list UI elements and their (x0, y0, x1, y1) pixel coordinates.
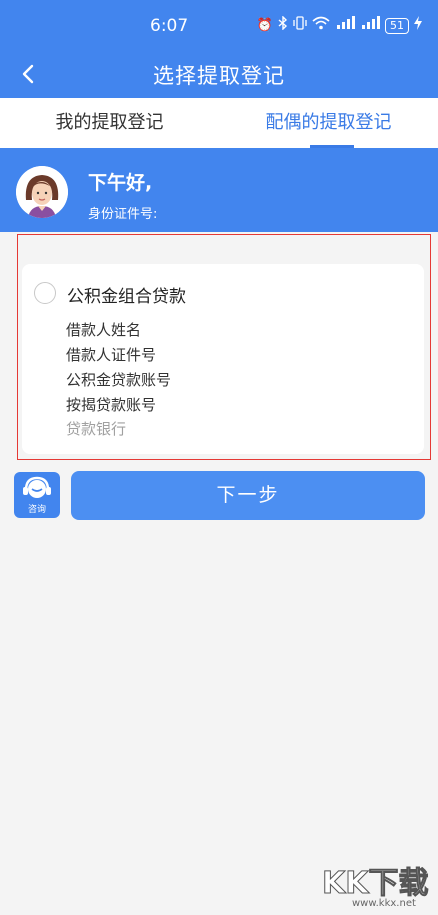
tab-my-registration[interactable]: 我的提取登记 (0, 98, 219, 148)
status-time: 6:07 (150, 16, 189, 36)
headset-icon (23, 476, 51, 498)
loan-type-title: 公积金组合贷款 (67, 287, 186, 307)
avatar (16, 166, 68, 218)
female-avatar-icon (16, 166, 68, 218)
loan-bank-label: 贷款银行 (66, 420, 127, 438)
status-icons: ⏰ 51 (256, 15, 422, 36)
battery-indicator: 51 (385, 18, 409, 34)
borrower-name-label: 借款人姓名 (66, 321, 142, 339)
app-header: 选择提取登记 (0, 50, 438, 98)
watermark-url: www.kkx.net (352, 898, 416, 909)
fund-loan-account-label: 公积金贷款账号 (66, 371, 172, 389)
consult-label: 咨询 (27, 505, 46, 515)
tab-spouse-registration[interactable]: 配偶的提取登记 (219, 98, 438, 148)
loan-radio-button[interactable] (34, 282, 56, 304)
signal-1-icon (335, 16, 355, 36)
user-info-panel: 下午好, 身份证件号: (0, 148, 438, 232)
loan-card[interactable]: 公积金组合贷款 借款人姓名 借款人证件号 公积金贷款账号 按揭贷款账号 贷款银行 (22, 264, 424, 454)
consult-button[interactable]: 咨询 (14, 472, 60, 518)
status-bar: 6:07 ⏰ 51 (0, 0, 438, 50)
page-title: 选择提取登记 (153, 64, 285, 88)
greeting-text: 下午好, (88, 172, 153, 194)
next-step-button[interactable]: 下一步 (71, 471, 425, 520)
borrower-id-label: 借款人证件号 (66, 346, 157, 364)
watermark-logo: KK下载 (322, 866, 429, 902)
wifi-icon (312, 16, 330, 36)
bluetooth-icon (278, 15, 288, 36)
mortgage-account-label: 按揭贷款账号 (66, 396, 157, 414)
signal-2-icon (360, 16, 380, 36)
tab-bar: 我的提取登记 配偶的提取登记 (0, 98, 438, 148)
charging-icon (414, 16, 422, 36)
vibrate-icon (293, 16, 307, 36)
alarm-icon: ⏰ (256, 18, 273, 33)
id-number-label: 身份证件号: (88, 207, 158, 222)
